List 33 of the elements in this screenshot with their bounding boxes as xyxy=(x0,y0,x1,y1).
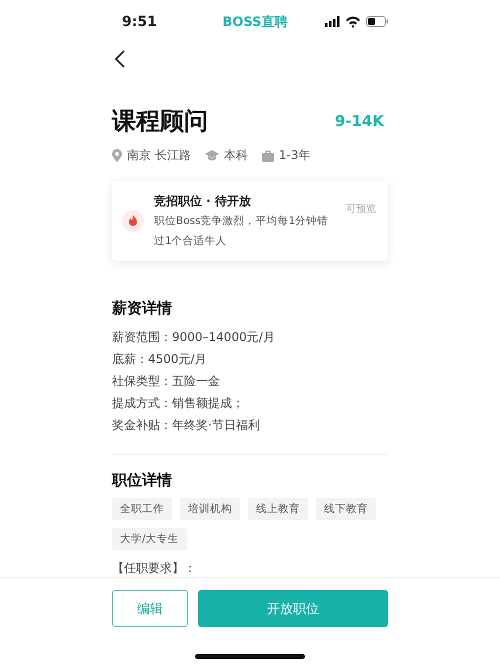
requirements-label: 【任职要求】： xyxy=(112,560,197,577)
job-tag: 大学/大专生 xyxy=(112,528,187,550)
job-meta-text: 1-3年 xyxy=(278,147,310,164)
wifi-icon xyxy=(344,16,361,28)
job-tag: 线上教育 xyxy=(248,498,308,520)
job-meta-text: 南京 长江路 xyxy=(127,147,191,164)
salary-detail-line: 薪资范围：9000–14000元/月 xyxy=(112,329,276,346)
edit-button[interactable]: 编辑 xyxy=(112,590,188,627)
job-tag: 培训机构 xyxy=(180,498,240,520)
back-icon[interactable] xyxy=(114,49,126,70)
section-heading: 薪资详情 xyxy=(112,299,173,318)
job-tag: 全职工作 xyxy=(112,498,172,520)
salary-range: 9-14K xyxy=(334,112,384,130)
notice-title: 竞招职位 · 待开放 xyxy=(154,193,252,210)
signal-icon xyxy=(324,16,340,28)
battery-icon xyxy=(366,16,388,28)
salary-detail-line: 社保类型：五险一金 xyxy=(112,373,221,390)
preview-link[interactable]: 可预览 xyxy=(346,202,376,216)
salary-detail-line: 底薪：4500元/月 xyxy=(112,351,208,368)
section-heading: 职位详情 xyxy=(112,471,173,490)
job-meta-text: 本科 xyxy=(224,147,248,164)
salary-detail-line: 提成方式：销售额提成； xyxy=(112,395,245,412)
app-logo: BOSS直聘 xyxy=(222,14,288,31)
open-position-button[interactable]: 开放职位 xyxy=(198,590,388,627)
job-tag: 线下教育 xyxy=(316,498,376,520)
graduation-cap-icon xyxy=(204,150,219,162)
notice-description: 职位Boss竞争激烈，平均每1分钟错过1个合适牛人 xyxy=(154,214,330,250)
briefcase-icon xyxy=(262,150,274,162)
job-title: 课程顾问 xyxy=(112,106,208,138)
salary-detail-line: 奖金补贴：年终奖·节日福利 xyxy=(112,417,261,434)
status-time: 9:51 xyxy=(122,14,158,30)
flame-icon xyxy=(122,210,144,232)
location-pin-icon xyxy=(112,149,122,162)
